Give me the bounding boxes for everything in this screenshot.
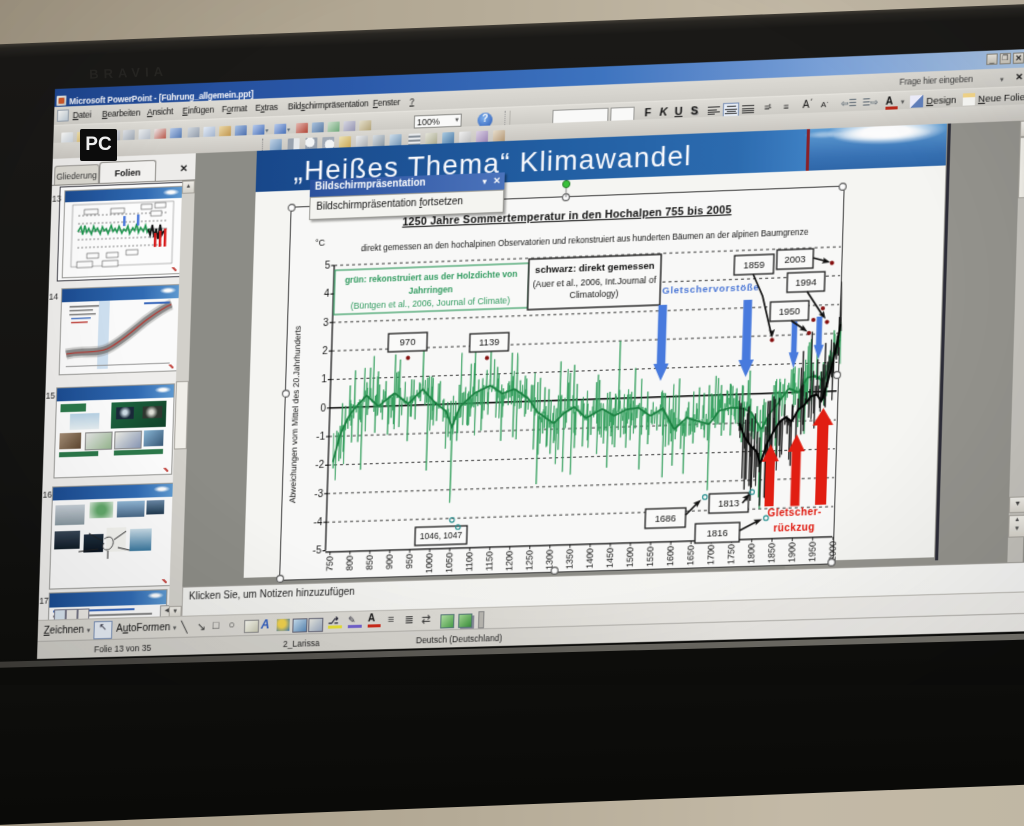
svg-text:Climatology): Climatology) [569,288,618,300]
svg-text:1500: 1500 [625,547,636,568]
svg-text:-2: -2 [315,460,324,471]
svg-text:-3: -3 [314,489,324,501]
svg-text:4: 4 [324,289,330,300]
svg-text:2: 2 [322,346,328,357]
svg-text:1450: 1450 [605,547,616,568]
svg-text:1800: 1800 [746,543,757,564]
svg-text:0: 0 [320,403,326,414]
svg-text:1200: 1200 [504,551,515,572]
svg-text:1950: 1950 [807,541,818,562]
svg-text:-5: -5 [313,546,323,557]
svg-text:1000: 1000 [424,553,435,574]
svg-text:1: 1 [321,375,327,386]
svg-text:rückzug: rückzug [773,522,815,535]
svg-text:1816: 1816 [706,527,728,538]
svg-text:-1: -1 [316,432,325,444]
svg-text:5: 5 [325,260,331,271]
svg-text:1046, 1047: 1046, 1047 [420,530,463,542]
svg-text:1850: 1850 [766,543,777,564]
svg-text:1813: 1813 [718,498,740,509]
svg-text:1994: 1994 [795,277,817,288]
svg-text:970: 970 [400,337,416,348]
svg-text:Gletscher-: Gletscher- [767,507,821,520]
svg-text:-4: -4 [313,517,323,529]
svg-text:Jahrringen: Jahrringen [408,284,452,296]
svg-text:1859: 1859 [743,259,765,270]
svg-text:1700: 1700 [705,544,716,565]
svg-text:1400: 1400 [584,548,595,569]
svg-text:950: 950 [404,554,415,570]
svg-text:1550: 1550 [645,546,656,567]
svg-text:800: 800 [344,555,355,570]
svg-text:°C: °C [315,237,326,248]
svg-text:1250: 1250 [524,550,535,571]
svg-text:1686: 1686 [655,513,677,524]
svg-text:2000: 2000 [827,541,838,562]
svg-text:1950: 1950 [779,306,801,317]
svg-text:1300: 1300 [544,549,555,570]
svg-text:1050: 1050 [444,552,455,573]
svg-text:3: 3 [323,317,329,328]
svg-text:1600: 1600 [665,546,676,567]
svg-text:1750: 1750 [726,544,737,565]
svg-text:1100: 1100 [464,552,475,572]
svg-text:900: 900 [384,554,395,569]
svg-text:1350: 1350 [564,549,575,570]
svg-text:850: 850 [364,555,375,570]
svg-text:2003: 2003 [784,254,806,265]
svg-text:1150: 1150 [484,551,495,571]
svg-text:1139: 1139 [479,337,500,348]
svg-text:1900: 1900 [786,542,797,563]
svg-text:750: 750 [324,556,334,571]
svg-text:1650: 1650 [685,545,696,566]
